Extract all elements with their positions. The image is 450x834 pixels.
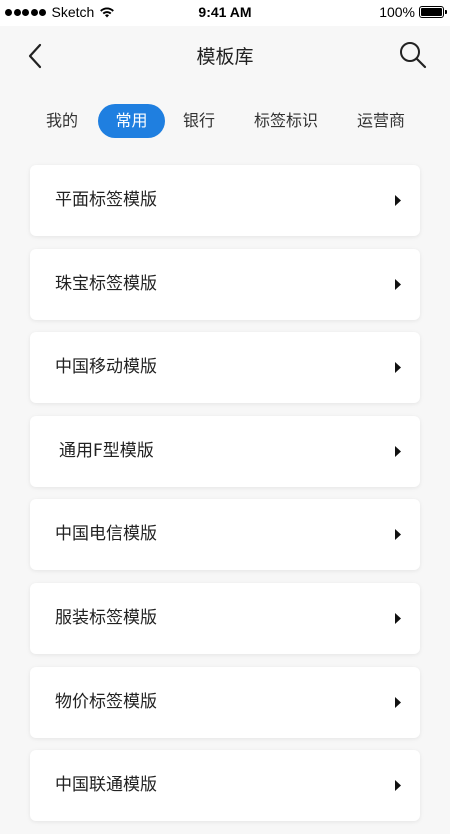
- search-icon: [400, 42, 427, 69]
- tab-mine[interactable]: 我的: [43, 104, 81, 138]
- template-item[interactable]: 物价标签模版: [30, 666, 420, 738]
- triangle-right-icon: [395, 362, 401, 374]
- template-item[interactable]: 平面标签模版: [30, 165, 420, 236]
- triangle-right-icon: [395, 612, 401, 624]
- triangle-right-icon: [395, 529, 401, 541]
- template-list: 平面标签模版 珠宝标签模版 中国移动模版 通用F型模版 中国电信模版 服装标签模…: [30, 165, 420, 834]
- template-item[interactable]: 中国移动模版: [30, 332, 420, 404]
- page-title: 模板库: [196, 46, 254, 68]
- status-bar: Sketch 9:41 AM 100%: [0, 0, 450, 26]
- battery-percentage: 100%: [379, 4, 415, 20]
- search-button[interactable]: [398, 40, 428, 70]
- triangle-right-icon: [395, 696, 401, 708]
- tab-common[interactable]: 常用: [98, 104, 165, 138]
- template-item[interactable]: 服装标签模版: [30, 582, 420, 654]
- template-item-label: 中国联通模版: [55, 775, 157, 796]
- template-item[interactable]: 中国电信模版: [30, 499, 420, 571]
- status-right: 100%: [379, 4, 447, 20]
- template-item-label: 平面标签模版: [55, 190, 157, 210]
- template-item-label: 中国电信模版: [55, 524, 157, 545]
- category-tabs: 我的 常用 银行 标签标识 运营商: [0, 104, 450, 138]
- tab-carrier[interactable]: 运营商: [354, 104, 408, 138]
- template-item[interactable]: 通用F型模版: [30, 415, 420, 487]
- triangle-right-icon: [395, 278, 401, 290]
- tab-bank[interactable]: 银行: [180, 104, 218, 138]
- template-item-label: 服装标签模版: [55, 607, 157, 628]
- triangle-right-icon: [395, 780, 401, 792]
- template-item-label: 通用F型模版: [59, 440, 154, 461]
- template-item-label: 中国移动模版: [55, 357, 157, 378]
- navigation-bar: 模板库: [0, 26, 450, 86]
- template-item-label: 物价标签模版: [55, 691, 157, 712]
- template-item-label: 珠宝标签模版: [55, 273, 157, 294]
- battery-icon: [419, 6, 447, 18]
- tab-labels[interactable]: 标签标识: [250, 104, 322, 138]
- triangle-right-icon: [395, 195, 401, 206]
- template-item[interactable]: 中国联通模版: [30, 750, 420, 822]
- template-item[interactable]: 珠宝标签模版: [30, 248, 420, 320]
- triangle-right-icon: [395, 445, 401, 457]
